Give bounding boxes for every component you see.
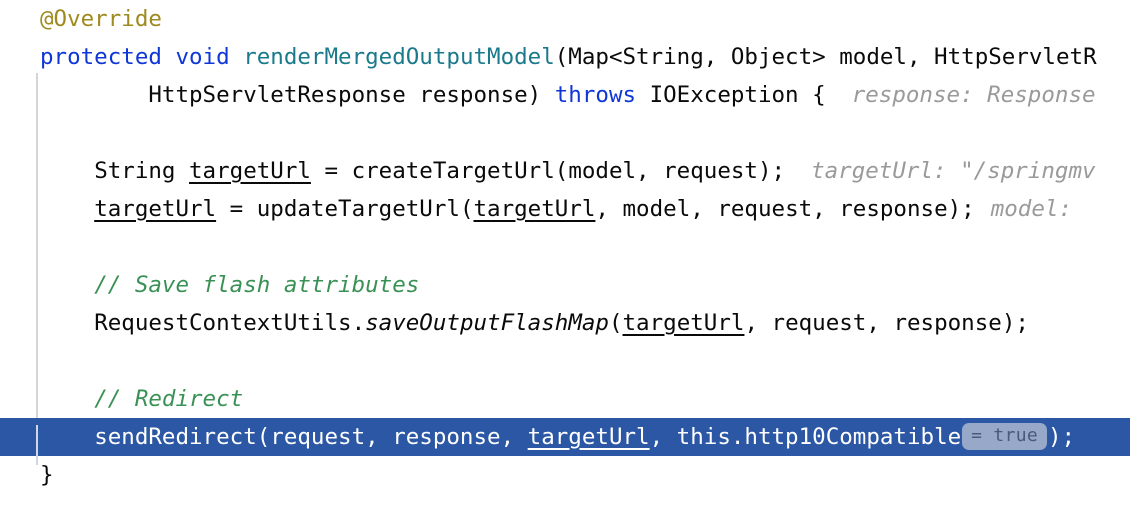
code-keyword: protected (40, 44, 162, 70)
code-text: ( (608, 310, 623, 336)
code-method-name: renderMergedOutputModel (243, 44, 555, 70)
code-text: RequestContextUtils. (94, 310, 366, 336)
inlay-parameter-hint: response: Response (851, 82, 1096, 108)
code-text: IOException { (636, 82, 826, 108)
code-text: , this.http10Compatible (649, 424, 962, 450)
code-line[interactable]: RequestContextUtils.saveOutputFlashMap(t… (0, 304, 1130, 342)
code-text: = updateTargetUrl( (216, 196, 474, 222)
code-identifier-underlined: targetUrl (527, 424, 650, 450)
inlay-parameter-hint: model: (990, 196, 1072, 222)
code-editor[interactable]: @Override protected void renderMergedOutp… (0, 0, 1130, 510)
code-keyword: throws (554, 82, 637, 108)
code-text: ); (1047, 424, 1076, 450)
code-line[interactable]: // Save flash attributes (0, 266, 1130, 304)
code-text: , request, response); (744, 310, 1029, 336)
code-annotation: @Override (40, 6, 162, 32)
code-line[interactable] (0, 114, 1130, 152)
code-line[interactable]: String targetUrl = createTargetUrl(model… (0, 152, 1130, 190)
inline-debug-value-badge[interactable]: = true (962, 423, 1047, 450)
code-line[interactable]: targetUrl = updateTargetUrl(targetUrl, m… (0, 190, 1130, 228)
code-line-selected[interactable]: sendRedirect(request, response, targetUr… (0, 418, 1130, 456)
code-line[interactable] (0, 228, 1130, 266)
code-line[interactable] (0, 342, 1130, 380)
code-line[interactable]: HttpServletResponse response) throws IOE… (0, 76, 1130, 114)
code-static-method: saveOutputFlashMap (365, 310, 609, 336)
code-comment: // Redirect (94, 386, 244, 412)
code-identifier-underlined: targetUrl (94, 196, 217, 222)
code-line[interactable]: protected void renderMergedOutputModel(M… (0, 38, 1130, 76)
code-line[interactable]: // Redirect (0, 380, 1130, 418)
code-keyword: void (175, 44, 230, 70)
code-line[interactable]: @Override (0, 0, 1130, 38)
code-text: } (40, 462, 54, 488)
inlay-parameter-hint: targetUrl: "/springmv (811, 158, 1096, 184)
code-text: String (94, 158, 190, 184)
code-comment: // Save flash attributes (94, 272, 420, 298)
code-line[interactable]: } (0, 456, 1130, 494)
code-text: = createTargetUrl(model, request); (310, 158, 786, 184)
code-identifier-underlined: targetUrl (473, 196, 596, 222)
code-text: HttpServletResponse response) (148, 82, 555, 108)
indent-guide-over-selection (36, 425, 38, 463)
code-identifier-underlined: targetUrl (622, 310, 745, 336)
code-lines-container[interactable]: @Override protected void renderMergedOutp… (0, 0, 1130, 510)
code-text: (Map<String, Object> model, HttpServletR (554, 44, 1097, 70)
code-identifier-underlined: targetUrl (189, 158, 311, 184)
code-text: , model, request, response); (595, 196, 975, 222)
code-text: sendRedirect(request, response, (94, 424, 528, 450)
